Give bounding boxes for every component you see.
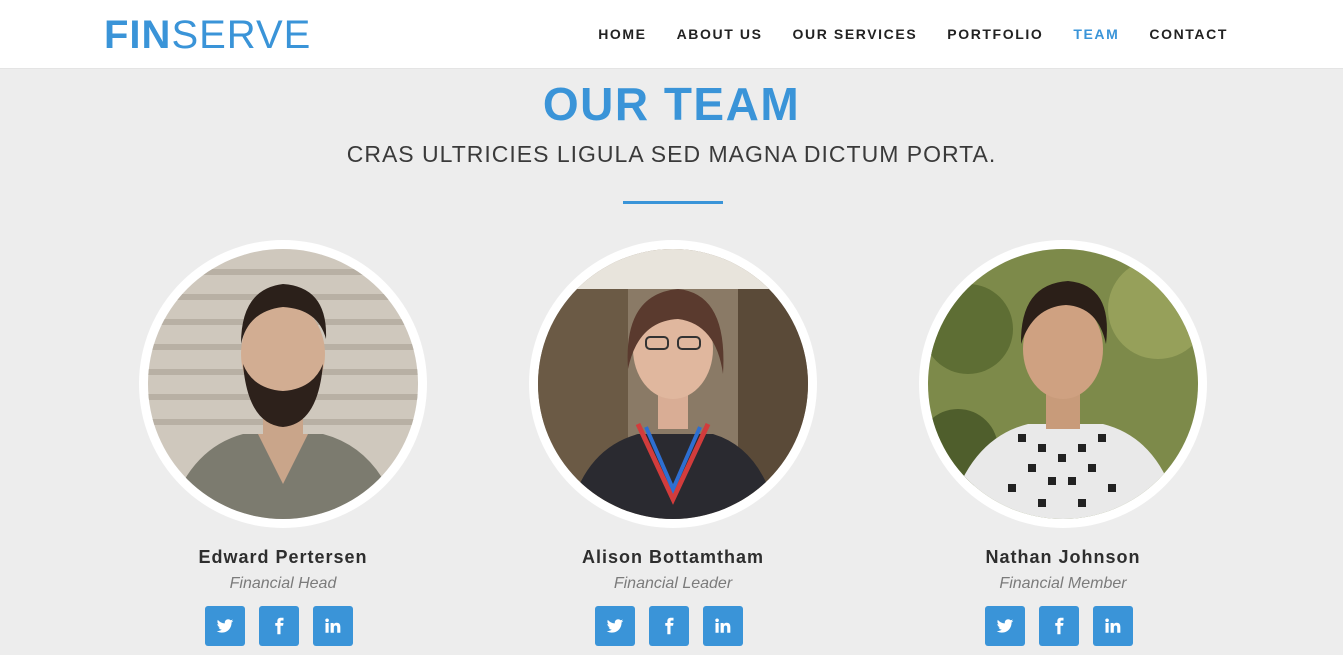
- linkedin-icon: [715, 618, 731, 633]
- twitter-icon: [216, 619, 234, 633]
- team-member-photo: [538, 249, 808, 519]
- section-title: OUR TEAM: [542, 78, 801, 130]
- team-member-role: Financial Leader: [613, 575, 733, 592]
- twitter-icon: [996, 619, 1014, 633]
- linkedin-button[interactable]: [703, 606, 743, 646]
- team-member-name: Edward Pertersen: [198, 547, 368, 567]
- linkedin-button[interactable]: [1093, 606, 1133, 646]
- facebook-icon: [1055, 617, 1064, 635]
- avatar-frame: [919, 240, 1207, 528]
- team-member-role: Financial Member: [999, 575, 1127, 592]
- nav-home[interactable]: HOME: [598, 25, 646, 43]
- facebook-icon: [665, 617, 674, 635]
- avatar-frame: [529, 240, 817, 528]
- nav-contact[interactable]: CONTACT: [1149, 25, 1228, 43]
- team-member-photo: [148, 249, 418, 519]
- brand-logo-bold: FIN: [104, 13, 172, 57]
- twitter-icon: [606, 619, 624, 633]
- nav-portfolio[interactable]: PORTFOLIO: [947, 25, 1043, 43]
- team-member-role: Financial Head: [229, 575, 337, 592]
- brand-logo-light: SERVE: [171, 13, 312, 57]
- site-header: FINSERVE HOME ABOUT US OUR SERVICES PORT…: [0, 0, 1343, 69]
- linkedin-icon: [325, 618, 341, 633]
- team-member-photo: [928, 249, 1198, 519]
- twitter-button[interactable]: [205, 606, 245, 646]
- facebook-button[interactable]: [1039, 606, 1079, 646]
- brand-logo[interactable]: FINSERVE: [104, 15, 311, 55]
- facebook-button[interactable]: [649, 606, 689, 646]
- twitter-button[interactable]: [595, 606, 635, 646]
- section-divider: [623, 201, 723, 204]
- main-nav: HOME ABOUT US OUR SERVICES PORTFOLIO TEA…: [568, 25, 1228, 43]
- linkedin-button[interactable]: [313, 606, 353, 646]
- nav-our-services[interactable]: OUR SERVICES: [793, 25, 918, 43]
- social-links: [205, 606, 367, 646]
- linkedin-icon: [1105, 618, 1121, 633]
- facebook-button[interactable]: [259, 606, 299, 646]
- social-links: [595, 606, 757, 646]
- twitter-button[interactable]: [985, 606, 1025, 646]
- team-member-name: Alison Bottamtham: [581, 547, 764, 567]
- avatar-frame: [139, 240, 427, 528]
- team-member-name: Nathan Johnson: [985, 547, 1141, 567]
- nav-team[interactable]: TEAM: [1073, 25, 1119, 43]
- facebook-icon: [275, 617, 284, 635]
- section-subtitle: CRAS ULTRICIES LIGULA SED MAGNA DICTUM P…: [346, 141, 997, 167]
- social-links: [985, 606, 1147, 646]
- nav-about-us[interactable]: ABOUT US: [677, 25, 763, 43]
